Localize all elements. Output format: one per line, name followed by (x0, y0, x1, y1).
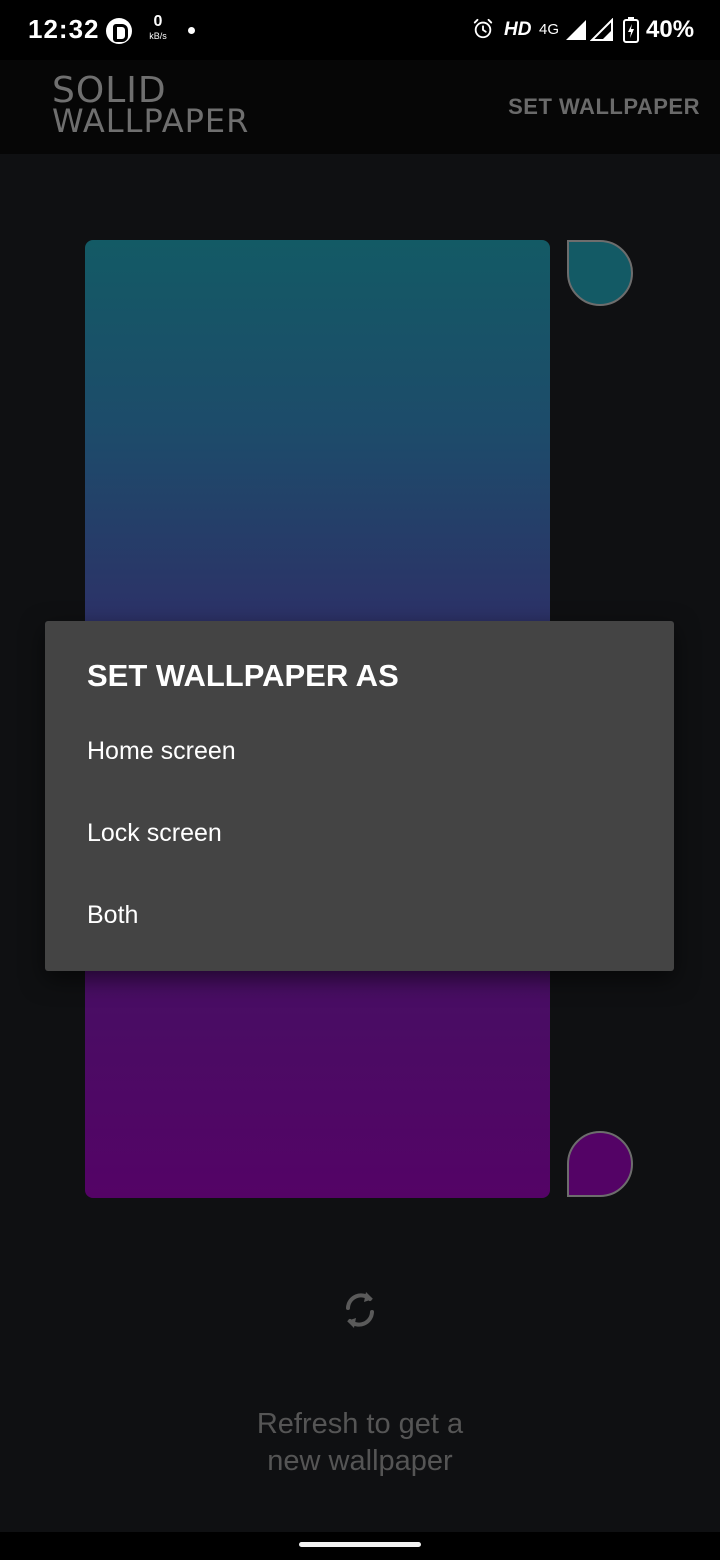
network-speed-unit: kB/s (149, 31, 167, 41)
hd-volte-label: HD (504, 19, 532, 40)
refresh-icon[interactable] (340, 1288, 380, 1332)
set-wallpaper-button[interactable]: SET WALLPAPER (508, 94, 700, 120)
app-bar: SOLID WALLPAPER SET WALLPAPER (0, 60, 720, 154)
option-label: Home screen (87, 737, 236, 765)
set-wallpaper-dialog: SET WALLPAPER AS Home screen Lock screen… (45, 621, 674, 971)
refresh-hint: Refresh to get a new wallpaper (160, 1406, 560, 1480)
home-gesture-handle[interactable] (299, 1542, 421, 1547)
option-both[interactable]: Both (45, 877, 674, 959)
dialog-title: SET WALLPAPER AS (87, 658, 399, 693)
network-speed-value: 0 (153, 13, 163, 30)
option-label: Both (87, 901, 139, 929)
network-type-label: 4G (539, 21, 560, 38)
network-speed: 0 kB/s (144, 14, 172, 41)
refresh-hint-line-2: new wallpaper (267, 1445, 453, 1477)
status-bar: 12:32 0 kB/s HD 4G 40% (0, 0, 720, 60)
status-time: 12:32 (28, 14, 100, 44)
logo-line-2: WALLPAPER (52, 102, 250, 140)
alarm-icon (473, 18, 493, 39)
screen: 12:32 0 kB/s HD 4G 40% SOLID WALLPAPER S… (0, 0, 720, 1560)
refresh-hint-line-1: Refresh to get a (256, 1408, 464, 1440)
battery-percent: 40% (646, 16, 695, 43)
option-lock-screen[interactable]: Lock screen (45, 795, 674, 877)
navigation-bar (0, 1532, 720, 1560)
option-home-screen[interactable]: Home screen (45, 713, 674, 795)
notification-app-icon (106, 18, 132, 44)
signal-strength-secondary-icon (590, 18, 613, 41)
top-color-picker[interactable] (567, 240, 633, 306)
option-label: Lock screen (87, 819, 222, 847)
notification-dot-icon (188, 27, 195, 34)
battery-charging-icon (623, 17, 639, 43)
app-logo: SOLID WALLPAPER (52, 73, 250, 140)
signal-strength-icon (566, 20, 586, 40)
bottom-color-picker[interactable] (567, 1131, 633, 1197)
